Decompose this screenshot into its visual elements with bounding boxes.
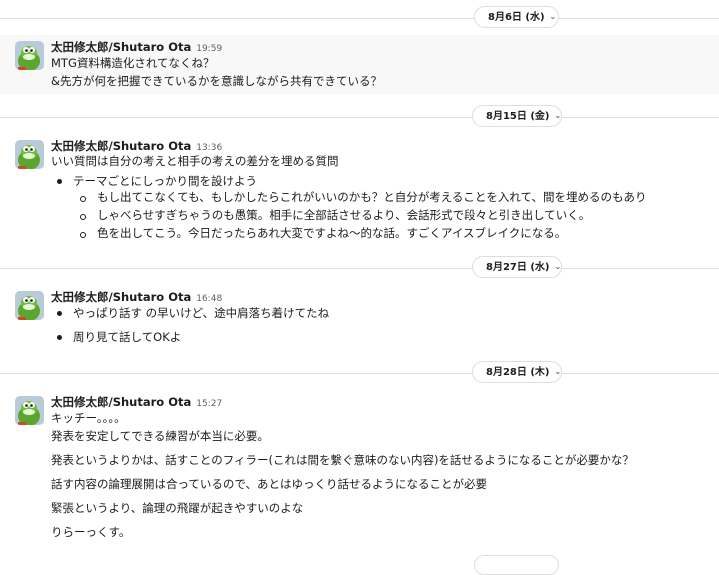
avatar[interactable] (15, 291, 44, 320)
message-text: りらーっくす。 (51, 525, 131, 539)
avatar-yoshi-icon (15, 396, 44, 425)
message[interactable]: 太田修太郎/Shutaro Ota 13:36 いい質問は自分の考えと相手の考えの… (0, 134, 719, 246)
list-item: しゃべらせすぎちゃうのも愚策。相手に全部話させるより、会話形式で段々と引き出して… (97, 208, 591, 222)
message-text: 発表を安定してできる練習が本当に必要。 (51, 429, 269, 443)
date-jump-button[interactable] (474, 555, 559, 575)
avatar[interactable] (15, 396, 44, 425)
timestamp[interactable]: 19:59 (196, 44, 222, 54)
timestamp[interactable]: 15:27 (196, 399, 222, 409)
date-label: 8月27日 (水) (486, 262, 550, 273)
date-jump-button[interactable]: 8月15日 (金) ⌄ (472, 105, 562, 127)
list-item: もし出てこなくても、もしかしたらこれがいいのかも？と自分が考えることを入れて、間… (97, 190, 647, 204)
date-divider: 8月6日 (水) ⌄ (0, 5, 719, 31)
chevron-down-icon: ⌄ (554, 367, 562, 376)
timestamp[interactable]: 16:48 (196, 294, 222, 304)
avatar-yoshi-icon (15, 291, 44, 320)
message-text: 緊張というより、論理の飛躍が起きやすいのよな (51, 501, 304, 515)
message-text: いい質問は自分の考えと相手の考えの差分を埋める質問 (51, 154, 339, 168)
bullet (80, 214, 86, 220)
message[interactable]: 太田修太郎/Shutaro Ota 19:59 MTG資料構造化されてなくね？ &… (0, 35, 719, 94)
divider-line (0, 117, 719, 118)
timestamp[interactable]: 13:36 (196, 143, 222, 153)
date-jump-button[interactable]: 8月27日 (水) ⌄ (472, 256, 562, 278)
date-divider: 8月28日 (木) ⌄ (0, 360, 719, 386)
avatar[interactable] (15, 140, 44, 169)
divider-line (0, 268, 719, 269)
date-label: 8月28日 (木) (486, 367, 550, 378)
chevron-down-icon: ⌄ (554, 111, 562, 120)
date-divider: 8月15日 (金) ⌄ (0, 104, 719, 130)
bullet (57, 179, 62, 184)
avatar-yoshi-icon (15, 41, 44, 70)
bullet (57, 335, 62, 340)
message[interactable]: 太田修太郎/Shutaro Ota 16:48 やっぱり話す の早いけど、途中肩落… (0, 285, 719, 360)
date-label: 8月15日 (金) (486, 111, 550, 122)
message-text: &先方が何を把握できているかを意識しながら共有できている？ (51, 74, 382, 88)
bullet (80, 232, 86, 238)
message-text: 発表というよりかは、話すことのフィラー(これは間を繋ぐ意味のない内容)を話せるよ… (51, 453, 634, 467)
date-jump-button[interactable]: 8月28日 (木) ⌄ (472, 361, 562, 383)
list-item: テーマごとにしっかり間を設けよう (73, 174, 257, 188)
date-divider: 8月27日 (水) ⌄ (0, 255, 719, 281)
date-jump-button[interactable]: 8月6日 (水) ⌄ (474, 6, 559, 28)
avatar[interactable] (15, 41, 44, 70)
date-label: 8月6日 (水) (488, 12, 545, 23)
divider-line (0, 373, 719, 374)
message-text: 話す内容の論理展開は合っているので、あとはゆっくり話せるようになることが必要 (51, 477, 487, 491)
author-name[interactable]: 太田修太郎/Shutaro Ota (51, 139, 191, 153)
chevron-down-icon: ⌄ (554, 262, 562, 271)
chevron-down-icon: ⌄ (549, 12, 557, 21)
message-text: キッチー。。。。 (51, 411, 126, 425)
list-item: 周り見て話してOKよ (73, 330, 182, 344)
list-item: やっぱり話す の早いけど、途中肩落ち着けてたね (73, 306, 330, 320)
message-text: MTG資料構造化されてなくね？ (51, 56, 215, 70)
divider-line (0, 18, 719, 19)
list-item: 色を出してこう。今日だったらあれ大変ですよね〜的な話。すごくアイスブレイクになる… (97, 226, 567, 240)
avatar-yoshi-icon (15, 140, 44, 169)
message[interactable]: 太田修太郎/Shutaro Ota 15:27 キッチー。。。。 発表を安定してで… (0, 390, 719, 550)
author-name[interactable]: 太田修太郎/Shutaro Ota (51, 290, 191, 304)
author-name[interactable]: 太田修太郎/Shutaro Ota (51, 40, 191, 54)
bullet (57, 311, 62, 316)
author-name[interactable]: 太田修太郎/Shutaro Ota (51, 395, 191, 409)
bullet (80, 196, 86, 202)
